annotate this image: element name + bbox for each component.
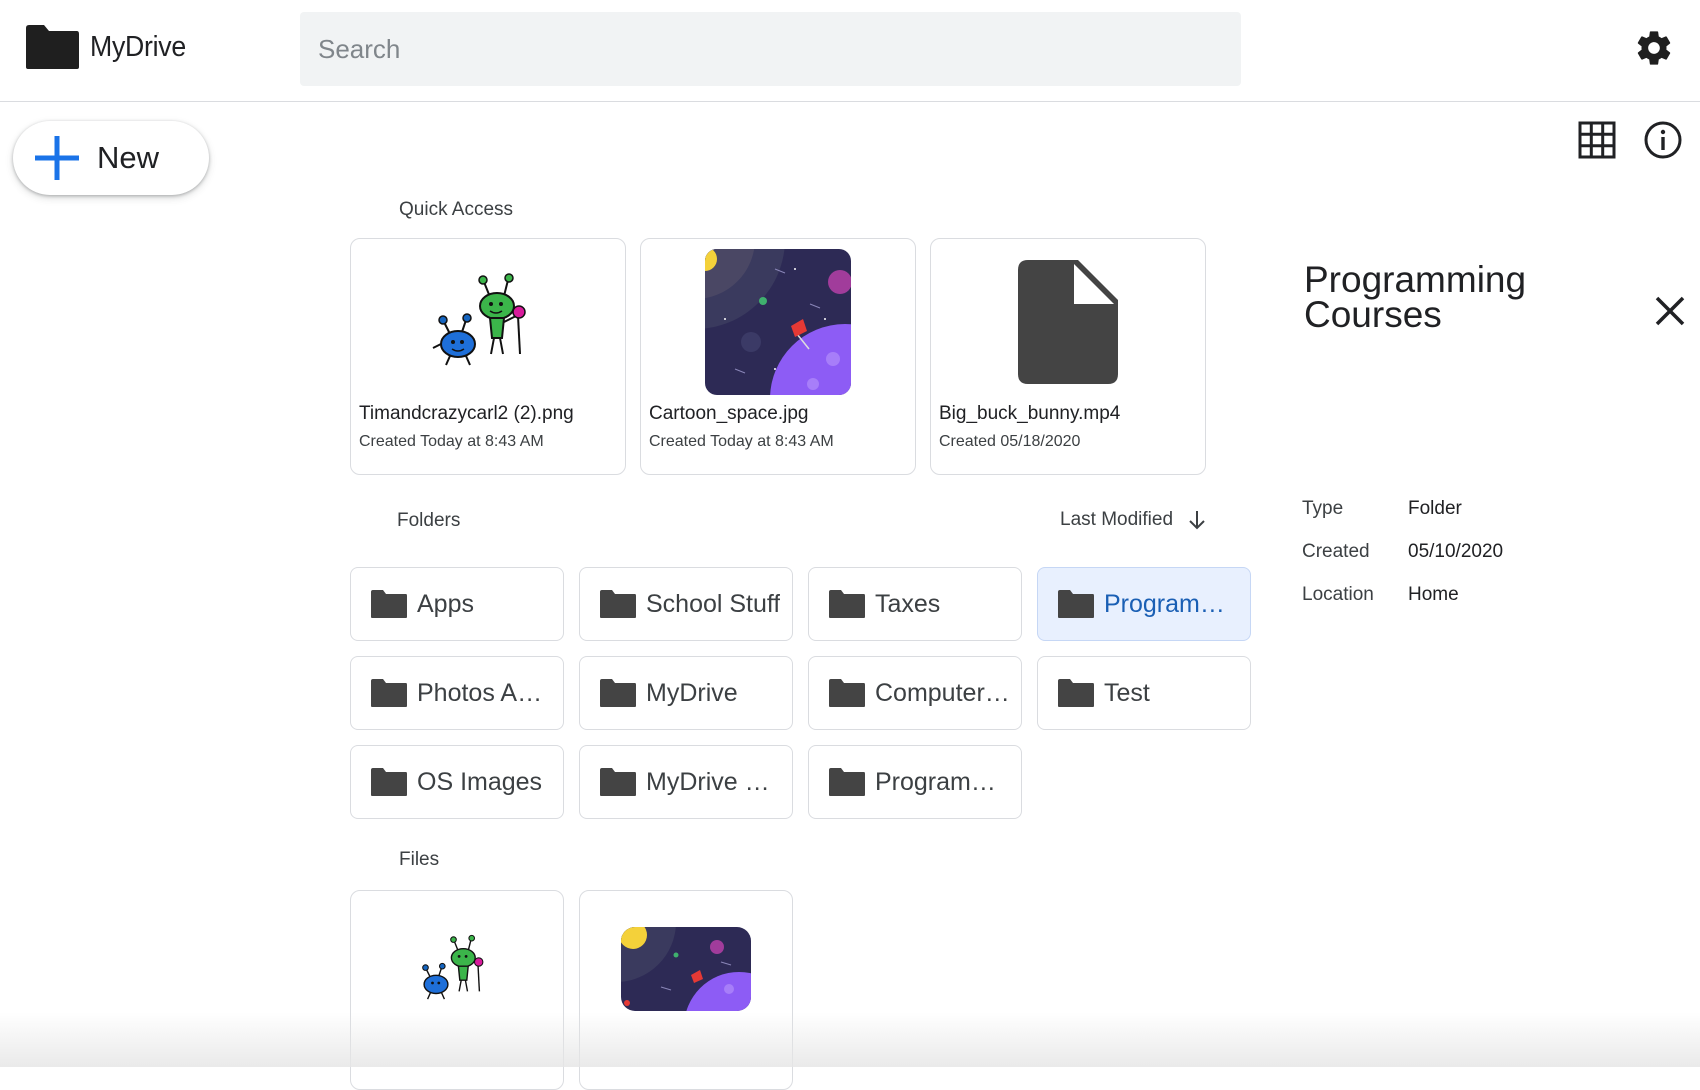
- folder-item[interactable]: OS Images: [350, 745, 564, 819]
- folder-icon: [600, 768, 636, 796]
- folder-item[interactable]: Photos And Videos: [350, 656, 564, 730]
- folder-icon: [1058, 679, 1094, 707]
- details-row-location: Location Home: [1302, 584, 1459, 606]
- quick-access-thumbnail: [641, 247, 915, 397]
- aliens-image: [422, 934, 484, 1000]
- folder-icon: [600, 590, 636, 618]
- quick-access-thumbnail: [931, 247, 1205, 397]
- grid-icon[interactable]: [1577, 120, 1617, 160]
- gear-icon[interactable]: [1634, 28, 1674, 68]
- search-input[interactable]: [300, 12, 1241, 86]
- folder-item[interactable]: Test: [1037, 656, 1251, 730]
- quick-access-card[interactable]: Big_buck_bunny.mp4 Created 05/18/2020: [930, 238, 1206, 475]
- folder-item-selected[interactable]: Programming Courses: [1037, 567, 1251, 641]
- folder-label: Programming Courses: [1104, 589, 1240, 618]
- folder-label: MyDrive Videos: [646, 767, 782, 796]
- space-image: [705, 249, 851, 395]
- folder-icon: [26, 25, 79, 69]
- folder-icon: [371, 679, 407, 707]
- details-key: Location: [1302, 584, 1374, 605]
- app-title: MyDrive: [90, 30, 186, 63]
- folder-item[interactable]: Programming: [808, 745, 1022, 819]
- folder-item[interactable]: Apps: [350, 567, 564, 641]
- details-row-created: Created 05/10/2020: [1302, 541, 1503, 563]
- folder-icon: [829, 590, 865, 618]
- new-button-label: New: [97, 140, 160, 175]
- folder-label: Test: [1104, 678, 1150, 707]
- folder-label: Computer Science: [875, 678, 1011, 707]
- aliens-image: [432, 273, 526, 366]
- folder-item[interactable]: School Stuff: [579, 567, 793, 641]
- quick-access-file-meta: Created Today at 8:43 AM: [359, 433, 544, 450]
- folder-label: Programming: [875, 767, 1011, 796]
- folder-item[interactable]: Taxes: [808, 567, 1022, 641]
- details-row-type: Type Folder: [1302, 498, 1462, 520]
- file-icon: [1018, 260, 1118, 384]
- quick-access-file-name: Big_buck_bunny.mp4: [939, 403, 1121, 424]
- details-value: Folder: [1408, 498, 1462, 519]
- quick-access-file-meta: Created Today at 8:43 AM: [649, 433, 834, 450]
- details-title: Programming Courses: [1304, 259, 1527, 335]
- file-card[interactable]: [579, 890, 793, 1090]
- file-thumbnail: [351, 927, 563, 1011]
- folder-label: Taxes: [875, 589, 941, 618]
- folder-item[interactable]: Computer Science: [808, 656, 1022, 730]
- quick-access-label: Quick Access: [399, 199, 514, 220]
- new-button[interactable]: New: [13, 121, 209, 195]
- space-image: [621, 927, 751, 1011]
- folder-label: MyDrive: [646, 678, 738, 707]
- bottom-fade: [0, 1012, 1700, 1067]
- folder-label: OS Images: [417, 767, 543, 796]
- plus-icon: [35, 136, 79, 180]
- app-header: MyDrive: [0, 0, 1700, 102]
- quick-access-thumbnail: [351, 247, 625, 397]
- folder-icon: [829, 768, 865, 796]
- folder-icon: [600, 679, 636, 707]
- sort-label: Last Modified: [1060, 509, 1174, 530]
- folder-label: School Stuff: [646, 589, 781, 618]
- file-thumbnail: [580, 927, 792, 1011]
- folder-label: Photos And Videos: [417, 678, 553, 707]
- details-key: Created: [1302, 541, 1370, 562]
- folder-icon: [371, 590, 407, 618]
- folder-item[interactable]: MyDrive: [579, 656, 793, 730]
- details-value: Home: [1408, 584, 1459, 605]
- quick-access-file-meta: Created 05/18/2020: [939, 433, 1081, 450]
- quick-access-card[interactable]: Cartoon_space.jpg Created Today at 8:43 …: [640, 238, 916, 475]
- folder-label: Apps: [417, 589, 474, 618]
- folder-icon: [829, 679, 865, 707]
- quick-access-file-name: Timandcrazycarl2 (2).png: [359, 403, 574, 424]
- arrow-down-icon: [1189, 511, 1205, 530]
- sort-button[interactable]: Last Modified: [1060, 508, 1209, 532]
- details-key: Type: [1302, 498, 1344, 519]
- files-label: Files: [399, 849, 440, 870]
- folder-icon: [1058, 590, 1094, 618]
- file-card[interactable]: [350, 890, 564, 1090]
- quick-access-file-name: Cartoon_space.jpg: [649, 403, 809, 424]
- folder-icon: [371, 768, 407, 796]
- info-icon[interactable]: [1643, 120, 1683, 160]
- app-logo[interactable]: MyDrive: [24, 24, 194, 70]
- quick-access-card[interactable]: Timandcrazycarl2 (2).png Created Today a…: [350, 238, 626, 475]
- close-icon[interactable]: [1652, 293, 1688, 329]
- details-value: 05/10/2020: [1408, 541, 1504, 562]
- folders-label: Folders: [397, 510, 461, 531]
- folder-item[interactable]: MyDrive Videos: [579, 745, 793, 819]
